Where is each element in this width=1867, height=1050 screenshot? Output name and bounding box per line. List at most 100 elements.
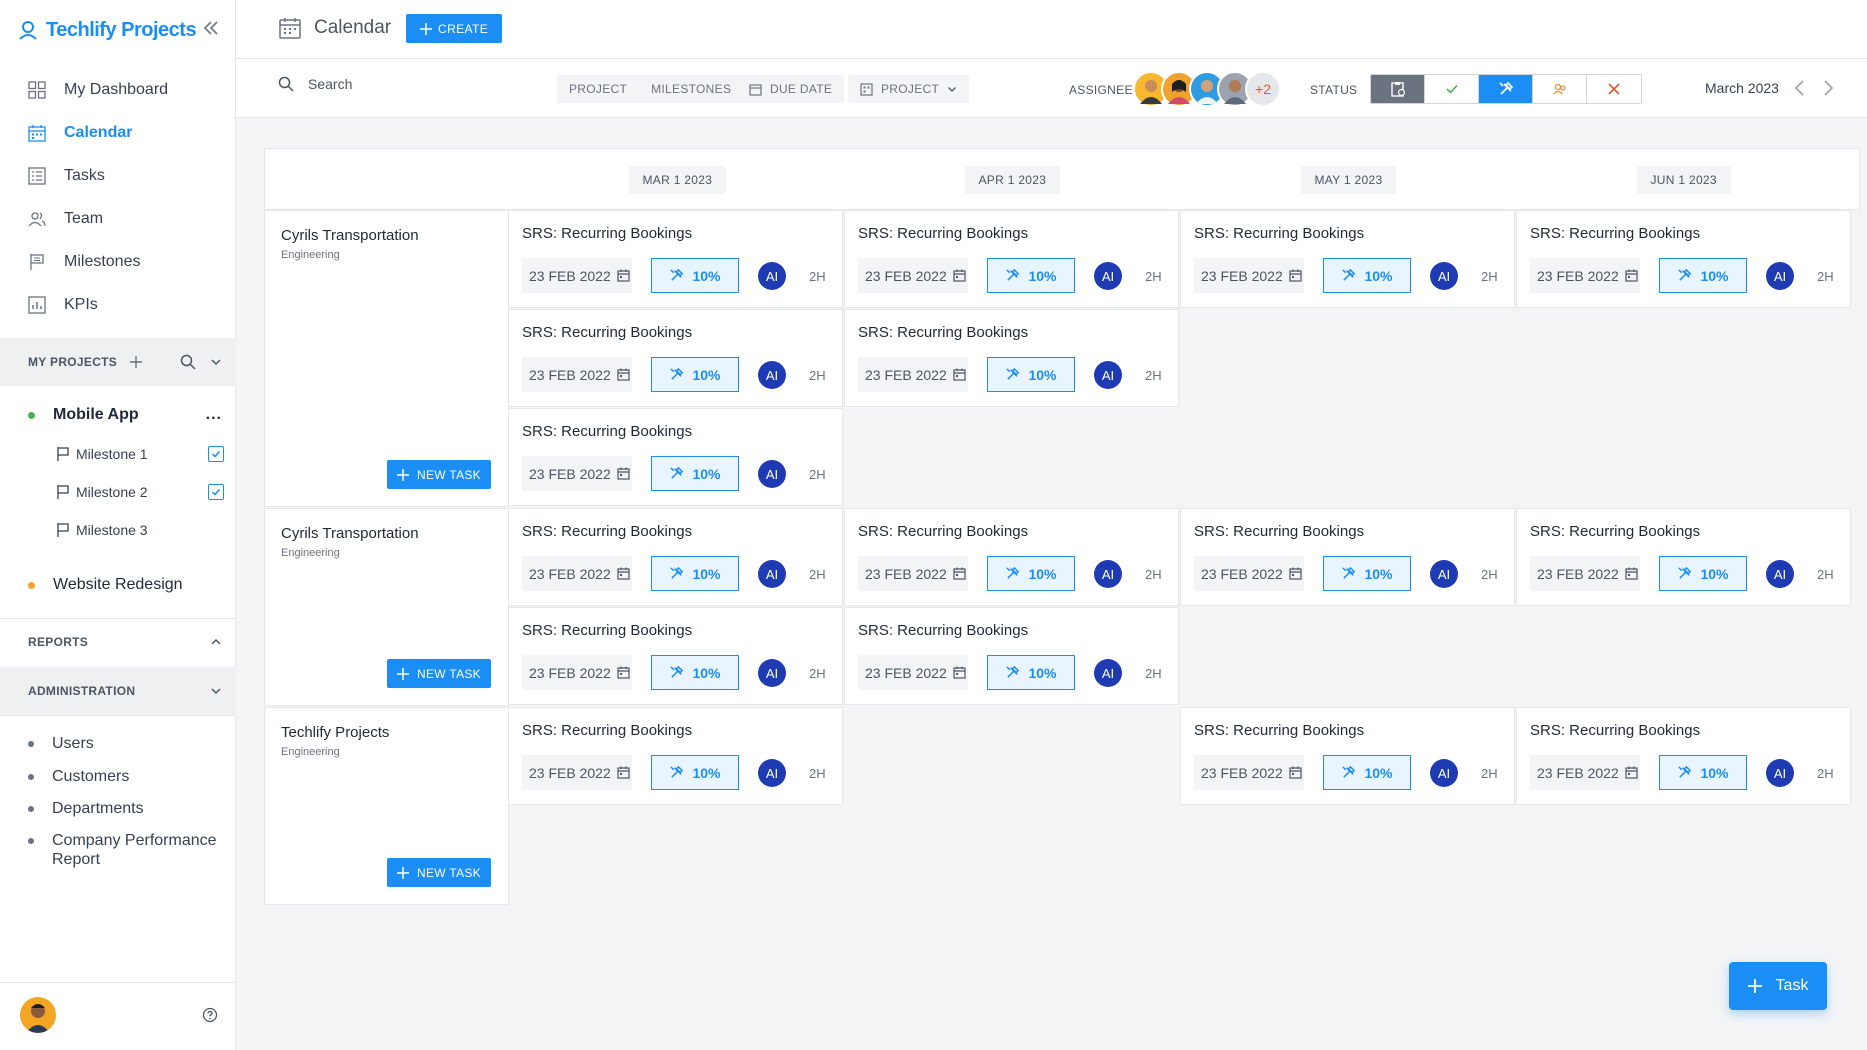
milestone-checkbox[interactable] xyxy=(208,446,224,462)
task-due-date[interactable]: 23 FEB 2022 xyxy=(522,456,632,491)
view-milestones-button[interactable]: MILESTONES xyxy=(639,82,743,96)
sidebar-item-tasks[interactable]: Tasks xyxy=(0,154,236,197)
status-in-progress-button[interactable] xyxy=(1479,75,1533,103)
admin-item-customers[interactable]: Customers xyxy=(28,767,228,786)
create-button[interactable]: CREATE xyxy=(406,14,503,43)
add-task-fab[interactable]: Task xyxy=(1729,962,1827,1010)
task-card[interactable]: SRS: Recurring Bookings 23 FEB 2022 10% AI 2… xyxy=(844,309,1179,407)
task-card[interactable]: SRS: Recurring Bookings 23 FEB 2022 10% AI 2… xyxy=(508,707,843,805)
task-due-date[interactable]: 23 FEB 2022 xyxy=(522,556,632,591)
task-card[interactable]: SRS: Recurring Bookings 23 FEB 2022 10% AI 2… xyxy=(508,607,843,705)
task-due-date[interactable]: 23 FEB 2022 xyxy=(1530,755,1640,790)
assignee-more-count[interactable]: +2 xyxy=(1245,71,1281,107)
help-icon[interactable] xyxy=(202,1007,218,1023)
task-progress-badge[interactable]: 10% xyxy=(1323,755,1411,790)
task-assignee-avatar[interactable]: AI xyxy=(758,759,786,787)
task-due-date[interactable]: 23 FEB 2022 xyxy=(522,655,632,690)
task-assignee-avatar[interactable]: AI xyxy=(1094,659,1122,687)
view-project-button[interactable]: PROJECT xyxy=(557,82,639,96)
task-assignee-avatar[interactable]: AI xyxy=(1094,262,1122,290)
milestone-item[interactable]: Milestone 2 xyxy=(56,478,224,506)
task-progress-badge[interactable]: 10% xyxy=(1323,556,1411,591)
task-due-date[interactable]: 23 FEB 2022 xyxy=(858,556,968,591)
task-progress-badge[interactable]: 10% xyxy=(651,456,739,491)
add-project-icon[interactable] xyxy=(129,355,143,369)
task-due-date[interactable]: 23 FEB 2022 xyxy=(1530,258,1640,293)
sidebar-item-calendar[interactable]: Calendar xyxy=(0,111,236,154)
sidebar-item-team[interactable]: Team xyxy=(0,197,236,240)
task-progress-badge[interactable]: 10% xyxy=(1659,755,1747,790)
task-assignee-avatar[interactable]: AI xyxy=(758,361,786,389)
task-progress-badge[interactable]: 10% xyxy=(651,655,739,690)
task-assignee-avatar[interactable]: AI xyxy=(758,262,786,290)
task-card[interactable]: SRS: Recurring Bookings 23 FEB 2022 10% AI 2… xyxy=(1516,707,1851,805)
task-progress-badge[interactable]: 10% xyxy=(1323,258,1411,293)
task-due-date[interactable]: 23 FEB 2022 xyxy=(858,655,968,690)
task-due-date[interactable]: 23 FEB 2022 xyxy=(1194,258,1304,293)
task-assignee-avatar[interactable]: AI xyxy=(1094,560,1122,588)
task-assignee-avatar[interactable]: AI xyxy=(1766,759,1794,787)
project-menu-icon[interactable]: ... xyxy=(206,406,222,424)
project-filter[interactable]: PROJECT xyxy=(848,75,970,103)
task-progress-badge[interactable]: 10% xyxy=(987,556,1075,591)
sidebar-item-my-dashboard[interactable]: My Dashboard xyxy=(0,68,236,111)
chevron-right-icon[interactable] xyxy=(1821,79,1835,97)
search-box[interactable]: Search xyxy=(278,76,352,92)
task-assignee-avatar[interactable]: AI xyxy=(1766,262,1794,290)
new-task-button[interactable]: NEW TASK xyxy=(387,858,491,887)
task-due-date[interactable]: 23 FEB 2022 xyxy=(522,357,632,392)
status-assigned-button[interactable] xyxy=(1533,75,1587,103)
status-done-button[interactable] xyxy=(1425,75,1479,103)
task-assignee-avatar[interactable]: AI xyxy=(1430,560,1458,588)
task-card[interactable]: SRS: Recurring Bookings 23 FEB 2022 10% AI 2… xyxy=(844,210,1179,308)
admin-item-departments[interactable]: Departments xyxy=(28,799,228,818)
milestone-item[interactable]: Milestone 3 xyxy=(56,516,224,544)
task-progress-badge[interactable]: 10% xyxy=(987,655,1075,690)
milestone-item[interactable]: Milestone 1 xyxy=(56,440,224,468)
task-progress-badge[interactable]: 10% xyxy=(651,357,739,392)
task-card[interactable]: SRS: Recurring Bookings 23 FEB 2022 10% AI 2… xyxy=(1516,210,1851,308)
task-card[interactable]: SRS: Recurring Bookings 23 FEB 2022 10% AI 2… xyxy=(508,309,843,407)
task-assignee-avatar[interactable]: AI xyxy=(1766,560,1794,588)
administration-header[interactable]: ADMINISTRATION xyxy=(0,667,236,715)
task-due-date[interactable]: 23 FEB 2022 xyxy=(858,357,968,392)
task-assignee-avatar[interactable]: AI xyxy=(758,659,786,687)
task-due-date[interactable]: 23 FEB 2022 xyxy=(1194,556,1304,591)
task-assignee-avatar[interactable]: AI xyxy=(1094,361,1122,389)
sidebar-item-milestones[interactable]: Milestones xyxy=(0,240,236,283)
task-progress-badge[interactable]: 10% xyxy=(651,755,739,790)
chevron-up-icon[interactable] xyxy=(210,636,222,648)
task-card[interactable]: SRS: Recurring Bookings 23 FEB 2022 10% AI 2… xyxy=(1180,210,1515,308)
task-due-date[interactable]: 23 FEB 2022 xyxy=(522,258,632,293)
status-cancelled-button[interactable] xyxy=(1587,75,1641,103)
chevron-down-icon[interactable] xyxy=(210,356,222,368)
task-due-date[interactable]: 23 FEB 2022 xyxy=(1530,556,1640,591)
milestone-checkbox[interactable] xyxy=(208,484,224,500)
due-date-filter[interactable]: DUE DATE xyxy=(737,75,845,103)
chevron-left-icon[interactable] xyxy=(1793,79,1807,97)
task-assignee-avatar[interactable]: AI xyxy=(758,560,786,588)
new-task-button[interactable]: NEW TASK xyxy=(387,460,491,489)
user-avatar[interactable] xyxy=(20,997,56,1033)
task-card[interactable]: SRS: Recurring Bookings 23 FEB 2022 10% AI 2… xyxy=(844,607,1179,705)
task-card[interactable]: SRS: Recurring Bookings 23 FEB 2022 10% AI 2… xyxy=(1516,508,1851,606)
task-progress-badge[interactable]: 10% xyxy=(1659,556,1747,591)
task-progress-badge[interactable]: 10% xyxy=(987,258,1075,293)
task-card[interactable]: SRS: Recurring Bookings 23 FEB 2022 10% AI 2… xyxy=(1180,508,1515,606)
task-card[interactable]: SRS: Recurring Bookings 23 FEB 2022 10% AI 2… xyxy=(508,408,843,506)
search-projects-icon[interactable] xyxy=(180,354,196,370)
admin-item-users[interactable]: Users xyxy=(28,734,228,753)
app-logo[interactable]: Techlify Projects xyxy=(18,16,197,44)
sidebar-item-kpis[interactable]: KPIs xyxy=(0,283,236,326)
new-task-button[interactable]: NEW TASK xyxy=(387,659,491,688)
project-item-website-redesign[interactable]: Website Redesign xyxy=(0,570,236,600)
task-progress-badge[interactable]: 10% xyxy=(1659,258,1747,293)
task-due-date[interactable]: 23 FEB 2022 xyxy=(1194,755,1304,790)
task-card[interactable]: SRS: Recurring Bookings 23 FEB 2022 10% AI 2… xyxy=(1180,707,1515,805)
task-due-date[interactable]: 23 FEB 2022 xyxy=(522,755,632,790)
task-progress-badge[interactable]: 10% xyxy=(651,258,739,293)
task-assignee-avatar[interactable]: AI xyxy=(758,460,786,488)
status-pending-button[interactable] xyxy=(1371,75,1425,103)
chevron-down-icon[interactable] xyxy=(210,685,222,697)
task-assignee-avatar[interactable]: AI xyxy=(1430,759,1458,787)
